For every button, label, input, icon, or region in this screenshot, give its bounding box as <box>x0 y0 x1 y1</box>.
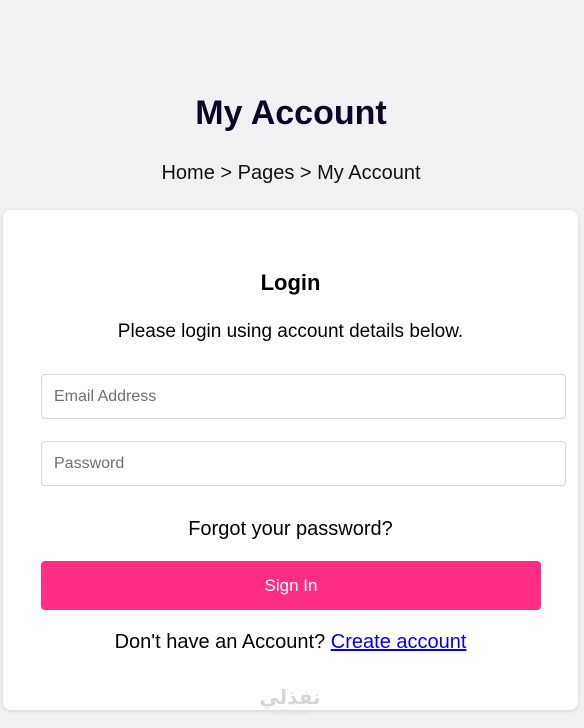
forgot-password-link[interactable]: Forgot your password? <box>3 516 578 542</box>
breadcrumb-pages[interactable]: Pages <box>238 162 295 184</box>
sign-in-button[interactable]: Sign In <box>41 561 541 610</box>
signup-prompt-text: Don't have an Account? <box>114 631 331 653</box>
password-field[interactable] <box>41 441 566 486</box>
signup-prompt-row: Don't have an Account? Create account <box>3 629 578 655</box>
breadcrumb: Home > Pages > My Account <box>0 160 582 186</box>
create-account-link[interactable]: Create account <box>331 631 467 653</box>
breadcrumb-separator: > <box>294 162 318 184</box>
login-heading: Login <box>260 270 321 295</box>
breadcrumb-current: My Account <box>317 162 421 184</box>
page-title: My Account <box>195 94 387 132</box>
login-subtitle: Please login using account details below… <box>117 321 464 342</box>
login-card: Login Please login using account details… <box>3 210 578 710</box>
breadcrumb-separator: > <box>214 162 238 184</box>
email-field[interactable] <box>41 374 566 419</box>
breadcrumb-home[interactable]: Home <box>161 162 214 184</box>
account-page: My Account Home > Pages > My Account Log… <box>0 0 584 728</box>
